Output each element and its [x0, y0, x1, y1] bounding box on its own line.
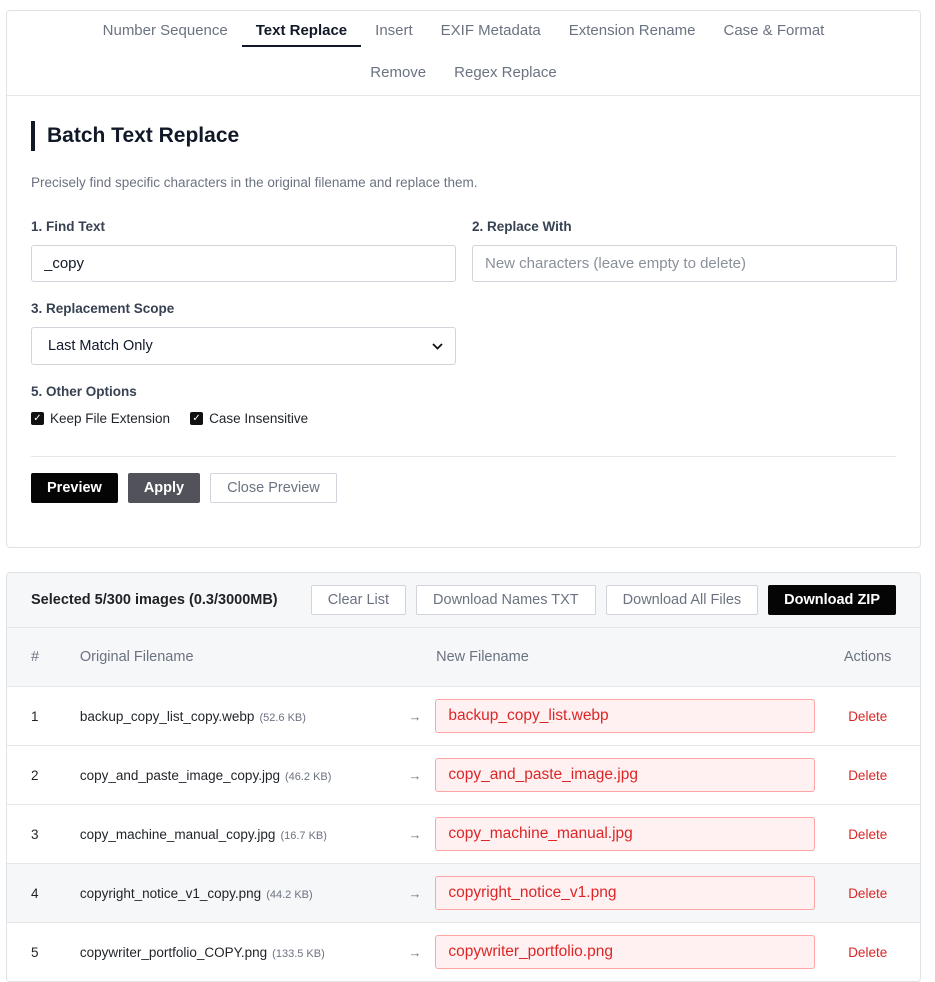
tab-extension-rename[interactable]: Extension Rename — [555, 23, 710, 47]
heading-accent-bar — [31, 121, 35, 151]
checkmark-icon: ✓ — [190, 412, 204, 425]
original-name-text: copyright_notice_v1_copy.png — [79, 885, 262, 901]
table-row: 3 copy_machine_manual_copy.jpg (16.7 KB) … — [7, 805, 920, 864]
scope-select[interactable]: Last Match Only — [31, 327, 456, 365]
table-row: 4 copyright_notice_v1_copy.png (44.2 KB) … — [7, 864, 920, 923]
file-size: (44.2 KB) — [266, 888, 313, 901]
original-filename: copyright_notice_v1_copy.png (44.2 KB) — [80, 886, 409, 901]
case-insensitive-checkbox[interactable]: ✓ Case Insensitive — [190, 411, 308, 426]
chevron-down-icon — [432, 339, 443, 353]
table-row: 5 copywriter_portfolio_COPY.png (133.5 KB… — [7, 923, 920, 981]
scope-label: 3. Replacement Scope — [31, 301, 175, 316]
tab-number-sequence[interactable]: Number Sequence — [89, 23, 242, 47]
find-text-field: 1. Find Text — [31, 219, 456, 282]
new-filename-field[interactable]: copy_and_paste_image.jpg — [435, 758, 816, 792]
delete-button[interactable]: Delete — [848, 768, 887, 783]
delete-button[interactable]: Delete — [848, 709, 887, 724]
delete-button[interactable]: Delete — [848, 827, 887, 842]
replace-with-input[interactable] — [472, 245, 897, 282]
other-options: 5. Other Options ✓ Keep File Extension ✓… — [31, 384, 896, 426]
divider — [31, 456, 896, 457]
file-size: (46.2 KB) — [284, 770, 332, 783]
file-size: (133.5 KB) — [272, 947, 325, 960]
arrow-right-icon: → — [408, 944, 422, 960]
delete-button[interactable]: Delete — [848, 945, 887, 960]
list-toolbar: Selected 5/300 images (0.3/3000MB) Clear… — [7, 573, 920, 628]
find-text-label: 1. Find Text — [31, 219, 106, 234]
apply-button[interactable]: Apply — [127, 473, 201, 503]
original-name-text: backup_copy_list_copy.webp — [79, 708, 255, 724]
close-preview-button[interactable]: Close Preview — [210, 473, 337, 503]
header-new: New Filename — [436, 649, 529, 665]
original-name-text: copywriter_portfolio_COPY.png — [79, 944, 268, 960]
case-insensitive-label: Case Insensitive — [209, 411, 309, 426]
file-size: (16.7 KB) — [280, 829, 327, 842]
original-filename: copywriter_portfolio_COPY.png (133.5 KB) — [80, 945, 409, 960]
original-name-text: copy_and_paste_image_copy.jpg — [79, 767, 280, 783]
tab-text-replace[interactable]: Text Replace — [241, 23, 362, 47]
header-num: # — [31, 649, 40, 665]
tool-tabs: Number Sequence Text Replace Insert EXIF… — [7, 11, 920, 96]
new-filename-field[interactable]: copywriter_portfolio.png — [435, 935, 816, 969]
row-num: 3 — [31, 826, 39, 842]
row-num: 1 — [31, 708, 39, 724]
arrow-right-icon: → — [408, 826, 422, 842]
arrow-right-icon: → — [408, 885, 422, 901]
panel-title: Batch Text Replace — [47, 124, 240, 147]
tab-row-2: Remove Regex Replace — [356, 65, 570, 81]
original-filename: backup_copy_list_copy.webp (52.6 KB) — [80, 709, 409, 724]
checkmark-icon: ✓ — [31, 412, 44, 425]
new-filename-field[interactable]: backup_copy_list.webp — [435, 699, 816, 733]
new-filename-field[interactable]: copyright_notice_v1.png — [435, 876, 816, 910]
replace-with-field: 2. Replace With — [472, 219, 897, 282]
original-filename: copy_and_paste_image_copy.jpg (46.2 KB) — [80, 768, 409, 783]
action-buttons: Preview Apply Close Preview — [31, 473, 896, 503]
keep-extension-checkbox[interactable]: ✓ Keep File Extension — [31, 411, 170, 426]
header-original: Original Filename — [79, 649, 194, 665]
arrow-right-icon: → — [408, 767, 422, 783]
row-num: 2 — [31, 767, 39, 783]
find-text-input[interactable] — [31, 245, 456, 282]
tab-case-format[interactable]: Case & Format — [709, 23, 838, 47]
tab-regex-replace[interactable]: Regex Replace — [440, 65, 571, 81]
file-size: (52.6 KB) — [259, 711, 306, 724]
delete-button[interactable]: Delete — [848, 886, 887, 901]
scope-field: 3. Replacement Scope Last Match Only — [31, 301, 456, 365]
original-name-text: copy_machine_manual_copy.jpg — [79, 826, 276, 842]
selection-summary: Selected 5/300 images (0.3/3000MB) — [31, 592, 278, 608]
panel-description: Precisely find specific characters in th… — [31, 175, 478, 190]
tab-insert[interactable]: Insert — [361, 23, 427, 47]
table-row: 1 backup_copy_list_copy.webp (52.6 KB) → … — [7, 687, 920, 746]
replace-with-label: 2. Replace With — [472, 219, 572, 234]
panel-header: Batch Text Replace — [31, 120, 896, 152]
new-filename-field[interactable]: copy_machine_manual.jpg — [435, 817, 816, 851]
arrow-right-icon: → — [408, 708, 422, 724]
scope-selected-value: Last Match Only — [48, 338, 153, 354]
download-names-txt-button[interactable]: Download Names TXT — [416, 585, 596, 615]
clear-list-button[interactable]: Clear List — [310, 585, 407, 615]
tab-remove[interactable]: Remove — [356, 65, 440, 81]
table-row: 2 copy_and_paste_image_copy.jpg (46.2 KB)… — [7, 746, 920, 805]
download-zip-button[interactable]: Download ZIP — [768, 585, 896, 615]
tab-row-1: Number Sequence Text Replace Insert EXIF… — [89, 23, 839, 47]
row-num: 5 — [31, 944, 39, 960]
header-actions: Actions — [843, 649, 892, 665]
tab-exif-metadata[interactable]: EXIF Metadata — [427, 23, 555, 47]
preview-button[interactable]: Preview — [31, 473, 118, 503]
keep-extension-label: Keep File Extension — [50, 411, 171, 426]
download-all-files-button[interactable]: Download All Files — [605, 585, 759, 615]
table-header: # Original Filename New Filename Actions — [7, 628, 920, 687]
file-list-panel: Selected 5/300 images (0.3/3000MB) Clear… — [6, 572, 921, 982]
original-filename: copy_machine_manual_copy.jpg (16.7 KB) — [80, 827, 409, 842]
text-replace-panel: Number Sequence Text Replace Insert EXIF… — [6, 10, 921, 548]
other-options-label: 5. Other Options — [31, 384, 137, 399]
row-num: 4 — [31, 885, 39, 901]
